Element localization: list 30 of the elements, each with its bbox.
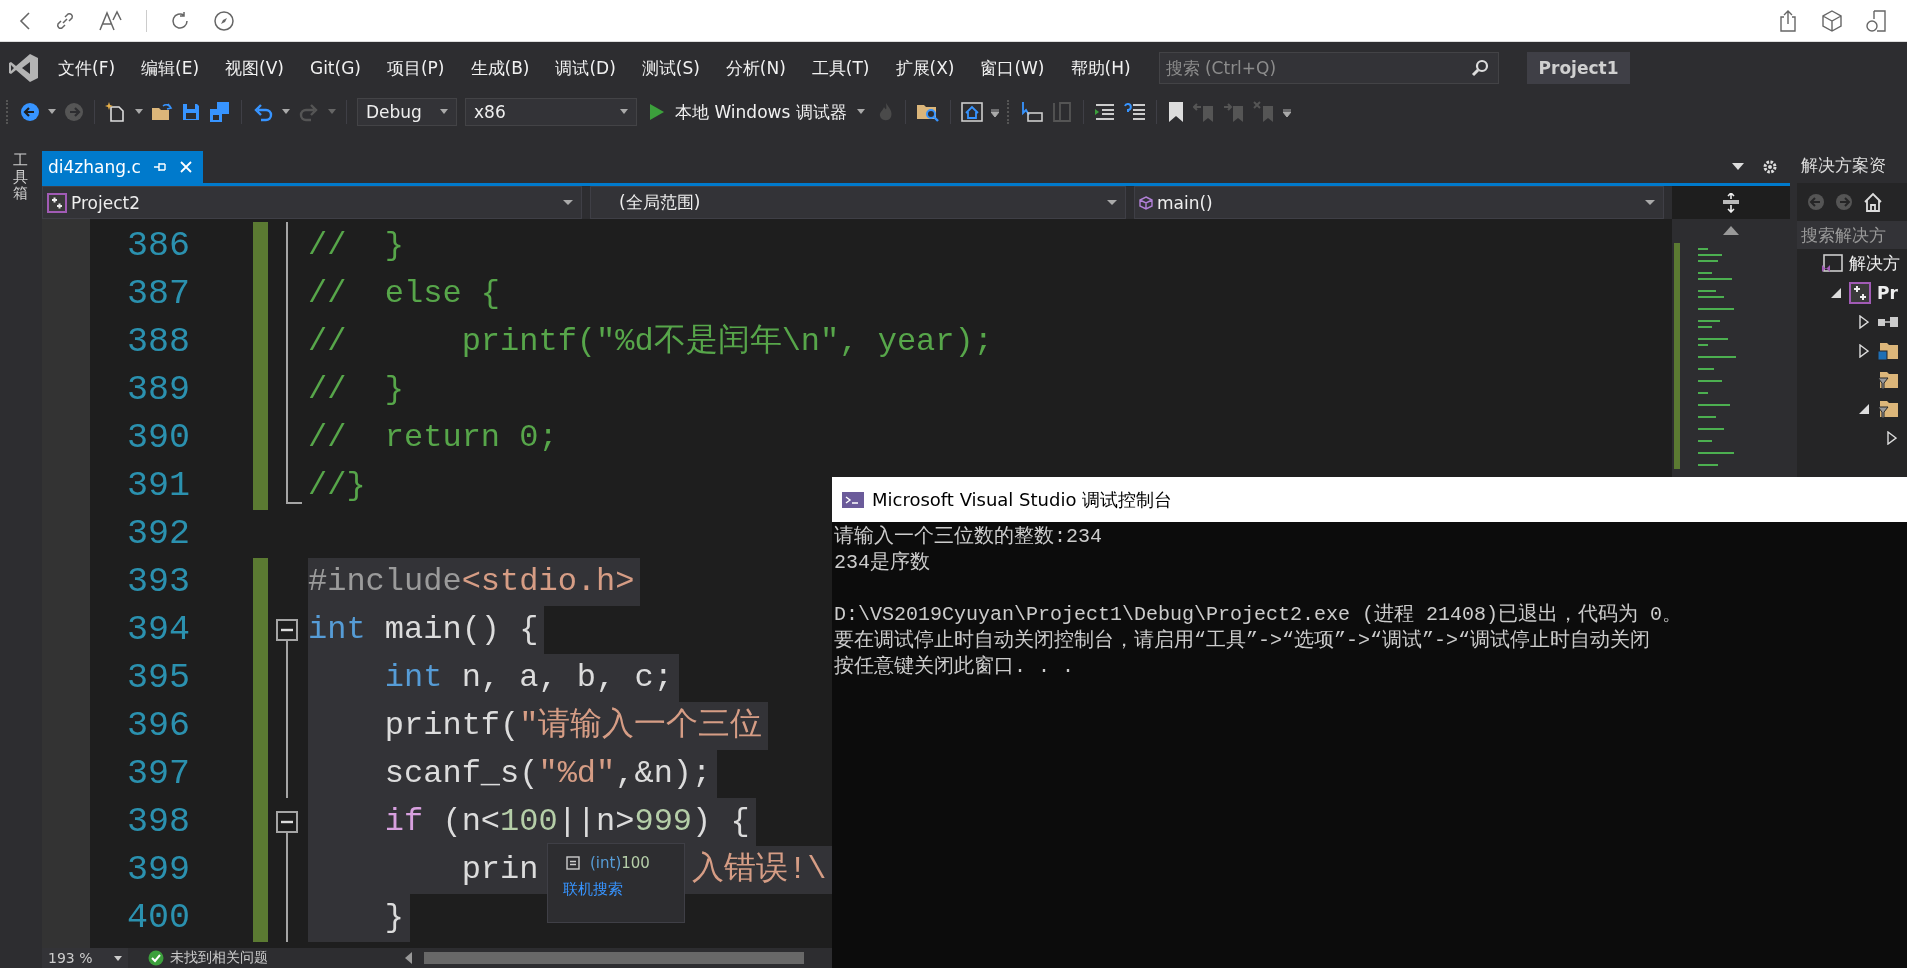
code-line: //} [308, 466, 367, 506]
line-number: 396 [126, 705, 191, 748]
console-output-line: 234是序数 [834, 550, 930, 576]
console-message-line: 要在调试停止时自动关闭控制台，请启用“工具”->“选项”->“调试”->“调试停止时自动关闭 [834, 628, 1651, 654]
line-number: 397 [126, 753, 191, 796]
code-line: // } [308, 226, 405, 266]
code-line: // else { [308, 274, 502, 314]
project-name: Project1 [1526, 52, 1631, 84]
line-number: 392 [126, 513, 191, 556]
line-number: 395 [126, 657, 191, 700]
console-message-line: D:\VS2019Cyuyan\Project1\Debug\Project2.exe (进程 21408)已退出，代码为 0。 [834, 602, 1683, 628]
line-number: 399 [126, 849, 191, 892]
line-number: 386 [126, 225, 191, 268]
line-number: 389 [126, 369, 191, 412]
console-message-line: 按任意键关闭此窗口. . . [834, 654, 1074, 680]
window-title: Microsoft Visual Studio 调试控制台 [872, 487, 1173, 512]
line-number: 400 [126, 897, 191, 940]
value-text: (int)100 [590, 854, 650, 872]
code-line: // printf("%d不是闰年\n", year); [308, 322, 994, 362]
line-number: 388 [126, 321, 191, 364]
line-number: 390 [126, 417, 191, 460]
panel-title: 解决方案资 [1797, 148, 1907, 183]
line-number: 393 [126, 561, 191, 604]
console-output-line: 请输入一个三位数的整数:234 [834, 524, 1102, 550]
line-number: 387 [126, 273, 191, 316]
code-line: // } [308, 370, 405, 410]
line-number: 391 [126, 465, 191, 508]
line-number: 398 [126, 801, 191, 844]
code-line: // return 0; [308, 418, 559, 458]
line-number: 394 [126, 609, 191, 652]
